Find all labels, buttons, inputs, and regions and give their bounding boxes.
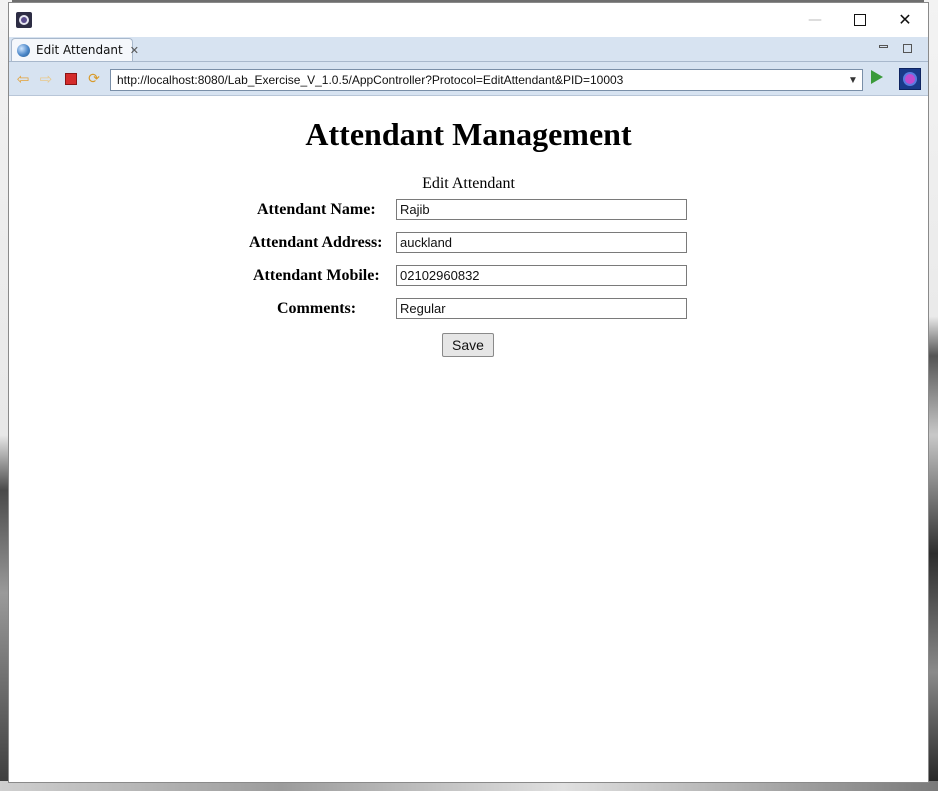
title-bar: — ✕ [9,3,928,36]
close-icon: ✕ [898,9,912,29]
form-row-name: Attendant Name: [9,199,928,221]
go-icon[interactable] [871,70,883,84]
back-arrow-icon[interactable]: ⇦ [14,70,32,88]
comments-input[interactable] [396,298,687,319]
dropdown-icon[interactable]: ▼ [844,75,862,86]
minimize-button[interactable]: — [792,3,838,36]
tab-edit-attendant[interactable]: Edit Attendant ✕ [11,38,139,61]
browser-toolbar: ⇦ ⇨ ⟳ http://localhost:8080/Lab_Exercise… [9,62,928,96]
editor-tab-bar: Edit Attendant ✕ [9,37,928,62]
url-text: http://localhost:8080/Lab_Exercise_V_1.0… [117,73,624,87]
page-content: Attendant Management Edit Attendant Atte… [9,96,928,782]
maximize-button[interactable] [837,3,883,36]
address-label: Attendant Address: [249,234,383,251]
view-minimize-button[interactable] [879,45,888,48]
stop-icon [65,73,77,85]
globe-icon [17,43,30,57]
tab-label: Edit Attendant [36,43,123,57]
stop-button[interactable] [62,70,80,88]
close-window-button[interactable]: ✕ [882,3,928,36]
refresh-icon[interactable]: ⟳ [85,70,103,88]
view-maximize-button[interactable] [903,44,912,53]
address-input[interactable] [396,232,687,253]
name-label: Attendant Name: [257,201,376,218]
name-input[interactable] [396,199,687,220]
forward-arrow-icon[interactable]: ⇨ [37,70,55,88]
form-caption: Edit Attendant [422,175,515,192]
eclipse-icon[interactable] [899,68,921,90]
page-title: Attendant Management [305,116,632,152]
address-bar[interactable]: http://localhost:8080/Lab_Exercise_V_1.0… [110,69,863,91]
mobile-input[interactable] [396,265,687,286]
mobile-label: Attendant Mobile: [253,267,380,284]
browser-window: — ✕ Edit Attendant ✕ ⇦ ⇨ ⟳ http://localh… [8,2,929,783]
tab-close-icon[interactable]: ✕ [130,44,139,57]
comments-label: Comments: [277,300,357,317]
form-row-comments: Comments: [9,298,928,320]
save-button[interactable]: Save [442,333,494,357]
form-row-address: Attendant Address: [9,232,928,254]
maximize-icon [854,13,866,26]
app-icon[interactable] [16,12,32,28]
form-row-mobile: Attendant Mobile: [9,265,928,287]
